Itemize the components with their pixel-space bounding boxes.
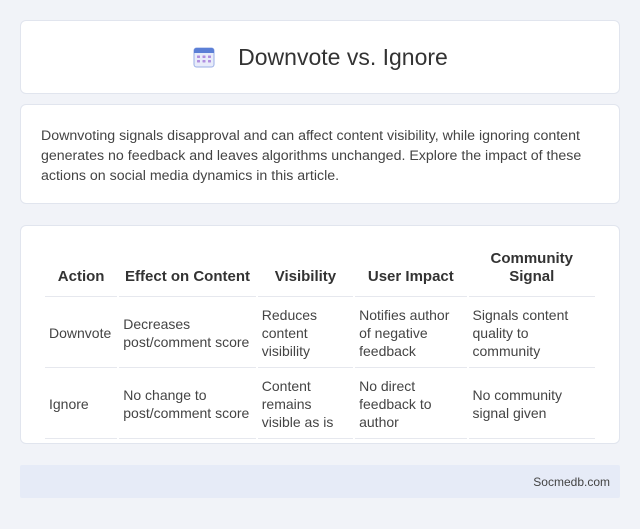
title-card: Downvote vs. Ignore: [20, 20, 620, 94]
cell-action: Downvote: [45, 297, 118, 368]
header-effect-on-content: Effect on Content: [119, 246, 256, 297]
title-row: Downvote vs. Ignore: [192, 44, 448, 71]
cell-community-signal: Signals content quality to community: [468, 297, 595, 368]
header-action: Action: [45, 246, 118, 297]
intro-paragraph: Downvoting signals disapproval and can a…: [41, 128, 582, 184]
cell-community-signal: No community signal given: [468, 368, 595, 439]
cell-effect-on-content: No change to post/comment score: [119, 368, 256, 439]
intro-card: Downvoting signals disapproval and can a…: [20, 104, 620, 204]
footer-bar: Socmedb.com: [20, 465, 620, 498]
comparison-table: Action Effect on Content Visibility User…: [43, 246, 597, 439]
table-row: Ignore No change to post/comment score C…: [45, 368, 595, 439]
table-header-row: Action Effect on Content Visibility User…: [45, 246, 595, 297]
table-row: Downvote Decreases post/comment score Re…: [45, 297, 595, 368]
cell-effect-on-content: Decreases post/comment score: [119, 297, 256, 368]
header-community-signal: Community Signal: [468, 246, 595, 297]
comparison-card: Action Effect on Content Visibility User…: [20, 225, 620, 444]
cell-visibility: Reduces content visibility: [257, 297, 354, 368]
header-user-impact: User Impact: [355, 246, 467, 297]
cell-action: Ignore: [45, 368, 118, 439]
calendar-icon: [193, 47, 215, 68]
cell-user-impact: Notifies author of negative feedback: [355, 297, 467, 368]
cell-user-impact: No direct feedback to author: [355, 368, 467, 439]
header-visibility: Visibility: [257, 246, 354, 297]
cell-visibility: Content remains visible as is: [257, 368, 354, 439]
footer-site-name: Socmedb.com: [533, 474, 610, 489]
page-title: Downvote vs. Ignore: [238, 43, 448, 70]
